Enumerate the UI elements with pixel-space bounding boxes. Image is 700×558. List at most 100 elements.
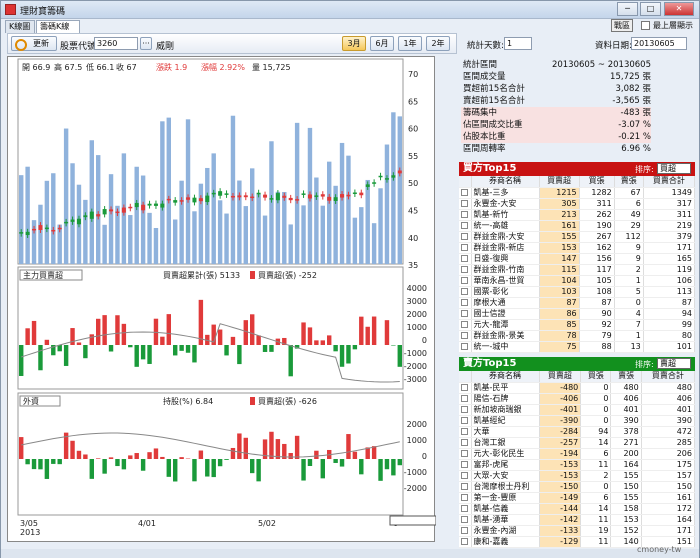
buy-sort-select[interactable]: 買超 <box>657 163 691 174</box>
sell-sort-select[interactable]: 賣超 <box>657 358 691 369</box>
broker-row[interactable]: 華南永昌-世貿 104 105 1 106 <box>459 275 696 287</box>
stock-chart[interactable]: 開 66.9 高 67.5 低 66.1 收 67 漲跌 1.9 漲幅 2.92% 量 15… <box>8 57 437 543</box>
row-checkbox[interactable] <box>461 287 468 295</box>
broker-row[interactable]: 國票-彰化 103 108 5 113 <box>459 286 696 298</box>
data-date-input[interactable]: 20130605 <box>631 37 687 50</box>
main-force-bar <box>173 345 178 356</box>
broker-value: 2 <box>580 470 612 482</box>
broker-row[interactable]: 群益金鼎-新店 153 162 9 171 <box>459 242 696 254</box>
battle-zone-button[interactable]: 戰區 <box>611 19 633 32</box>
broker-row[interactable]: 群益金鼎-大安 155 267 112 379 <box>459 231 696 243</box>
row-checkbox[interactable] <box>461 449 468 457</box>
row-checkbox[interactable] <box>461 265 468 273</box>
row-checkbox[interactable] <box>461 243 468 251</box>
broker-value: -284 <box>539 426 582 438</box>
tab-chips-kline[interactable]: 籌碼K線圖 <box>36 20 80 43</box>
broker-row[interactable]: 凱基-三多 1215 1282 67 1349 <box>459 187 696 199</box>
broker-row[interactable]: 凱基-信義 -144 14 158 172 <box>459 503 696 515</box>
row-checkbox[interactable] <box>461 471 468 479</box>
row-checkbox[interactable] <box>461 210 468 218</box>
row-checkbox[interactable] <box>461 199 468 207</box>
foreign-bar <box>57 459 62 465</box>
row-checkbox[interactable] <box>461 254 468 262</box>
broker-row[interactable]: 永豐金-內湖 -133 19 152 171 <box>459 525 696 537</box>
column-header[interactable]: 買張 <box>580 371 612 383</box>
broker-row[interactable]: 群益金鼎-竹南 115 117 2 119 <box>459 264 696 276</box>
always-on-top-checkbox[interactable] <box>641 21 650 30</box>
broker-row[interactable]: 台灣摩根士丹利 -150 0 150 150 <box>459 481 696 493</box>
row-checkbox[interactable] <box>461 221 468 229</box>
period-2y-button[interactable]: 2年 <box>426 36 450 51</box>
broker-row[interactable]: 永豐金-大安 305 311 6 317 <box>459 198 696 210</box>
broker-row[interactable]: 新加坡商瑞銀 -401 0 401 401 <box>459 404 696 416</box>
broker-row[interactable]: 凱基-民平 -480 0 480 480 <box>459 382 696 394</box>
broker-value: 67 <box>614 187 644 199</box>
row-checkbox[interactable] <box>461 394 468 402</box>
row-checkbox[interactable] <box>461 232 468 240</box>
row-checkbox[interactable] <box>461 416 468 424</box>
column-header[interactable]: 買賣超 <box>539 371 582 383</box>
row-checkbox[interactable] <box>461 427 468 435</box>
broker-row[interactable]: 大眾-大安 -153 2 155 157 <box>459 470 696 482</box>
stock-code-input[interactable]: 3260 <box>94 37 138 50</box>
column-header[interactable]: 買賣合計 <box>643 176 696 188</box>
row-checkbox[interactable] <box>461 493 468 501</box>
column-header[interactable]: 賣張 <box>614 176 644 188</box>
row-checkbox[interactable] <box>461 504 468 512</box>
column-header[interactable]: 券商名稱 <box>471 371 540 383</box>
period-1y-button[interactable]: 1年 <box>398 36 422 51</box>
broker-row[interactable]: 台灣工銀 -257 14 271 285 <box>459 437 696 449</box>
row-checkbox[interactable] <box>461 309 468 317</box>
broker-row[interactable]: 統一-城中 75 88 13 101 <box>459 341 696 353</box>
close-button[interactable]: ✕ <box>664 2 694 16</box>
broker-row[interactable]: 統一-高雄 161 190 29 219 <box>459 220 696 232</box>
row-checkbox[interactable] <box>461 460 468 468</box>
broker-row[interactable]: 凱基-新竹 213 262 49 311 <box>459 209 696 221</box>
broker-row[interactable]: 大華 -284 94 378 472 <box>459 426 696 438</box>
broker-value: 219 <box>643 220 696 232</box>
tab-kline[interactable]: K線圖 <box>5 20 35 33</box>
stock-search-button[interactable]: ··· <box>140 37 152 50</box>
foreign-bar <box>391 459 396 476</box>
maximize-button[interactable]: □ <box>640 2 661 16</box>
row-checkbox[interactable] <box>461 342 468 350</box>
column-header[interactable]: 買賣超 <box>539 176 580 188</box>
column-header[interactable]: 買賣合計 <box>641 371 696 383</box>
column-header[interactable]: 買張 <box>579 176 615 188</box>
broker-row[interactable]: 摩根大通 87 87 0 87 <box>459 297 696 309</box>
minimize-button[interactable]: ─ <box>617 2 638 16</box>
row-checkbox[interactable] <box>461 276 468 284</box>
row-checkbox[interactable] <box>461 188 468 196</box>
broker-row[interactable]: 國士信證 86 90 4 94 <box>459 308 696 320</box>
column-header[interactable]: 賣張 <box>610 371 642 383</box>
broker-row[interactable]: 元大-彰化民生 -194 6 200 206 <box>459 448 696 460</box>
broker-row[interactable]: 元大-龍潭 85 92 7 99 <box>459 319 696 331</box>
broker-row[interactable]: 富邦-虎尾 -153 11 164 175 <box>459 459 696 471</box>
volume-bar <box>314 177 319 264</box>
broker-row[interactable]: 第一金-豐原 -149 6 155 161 <box>459 492 696 504</box>
row-checkbox[interactable] <box>461 526 468 534</box>
broker-name: 群益金鼎-竹南 <box>471 264 540 276</box>
row-checkbox[interactable] <box>461 537 468 545</box>
broker-value: -133 <box>539 525 582 537</box>
row-checkbox[interactable] <box>461 405 468 413</box>
days-select[interactable]: 1 <box>504 37 532 50</box>
row-checkbox[interactable] <box>461 438 468 446</box>
foreign-bar <box>44 459 50 479</box>
broker-row[interactable]: 日盛-復興 147 156 9 165 <box>459 253 696 265</box>
column-header[interactable]: 券商名稱 <box>471 176 540 188</box>
broker-row[interactable]: 群益金鼎-景美 78 79 1 80 <box>459 330 696 342</box>
period-6m-button[interactable]: 6月 <box>370 36 394 51</box>
period-3m-button[interactable]: 3月 <box>342 36 366 51</box>
row-checkbox[interactable] <box>461 320 468 328</box>
broker-row[interactable]: 凱基-湧華 -142 11 153 164 <box>459 514 696 526</box>
row-checkbox[interactable] <box>461 331 468 339</box>
chart-area[interactable]: 開 66.9 高 67.5 低 66.1 收 67 漲跌 1.9 漲幅 2.92% 量 15… <box>7 56 437 543</box>
refresh-button[interactable]: 更新 <box>11 36 57 51</box>
row-checkbox[interactable] <box>461 298 468 306</box>
row-checkbox[interactable] <box>461 515 468 523</box>
broker-row[interactable]: 陽信-石牌 -406 0 406 406 <box>459 393 696 405</box>
broker-row[interactable]: 凱基經紀 -390 0 390 390 <box>459 415 696 427</box>
row-checkbox[interactable] <box>461 482 468 490</box>
row-checkbox[interactable] <box>461 383 468 391</box>
